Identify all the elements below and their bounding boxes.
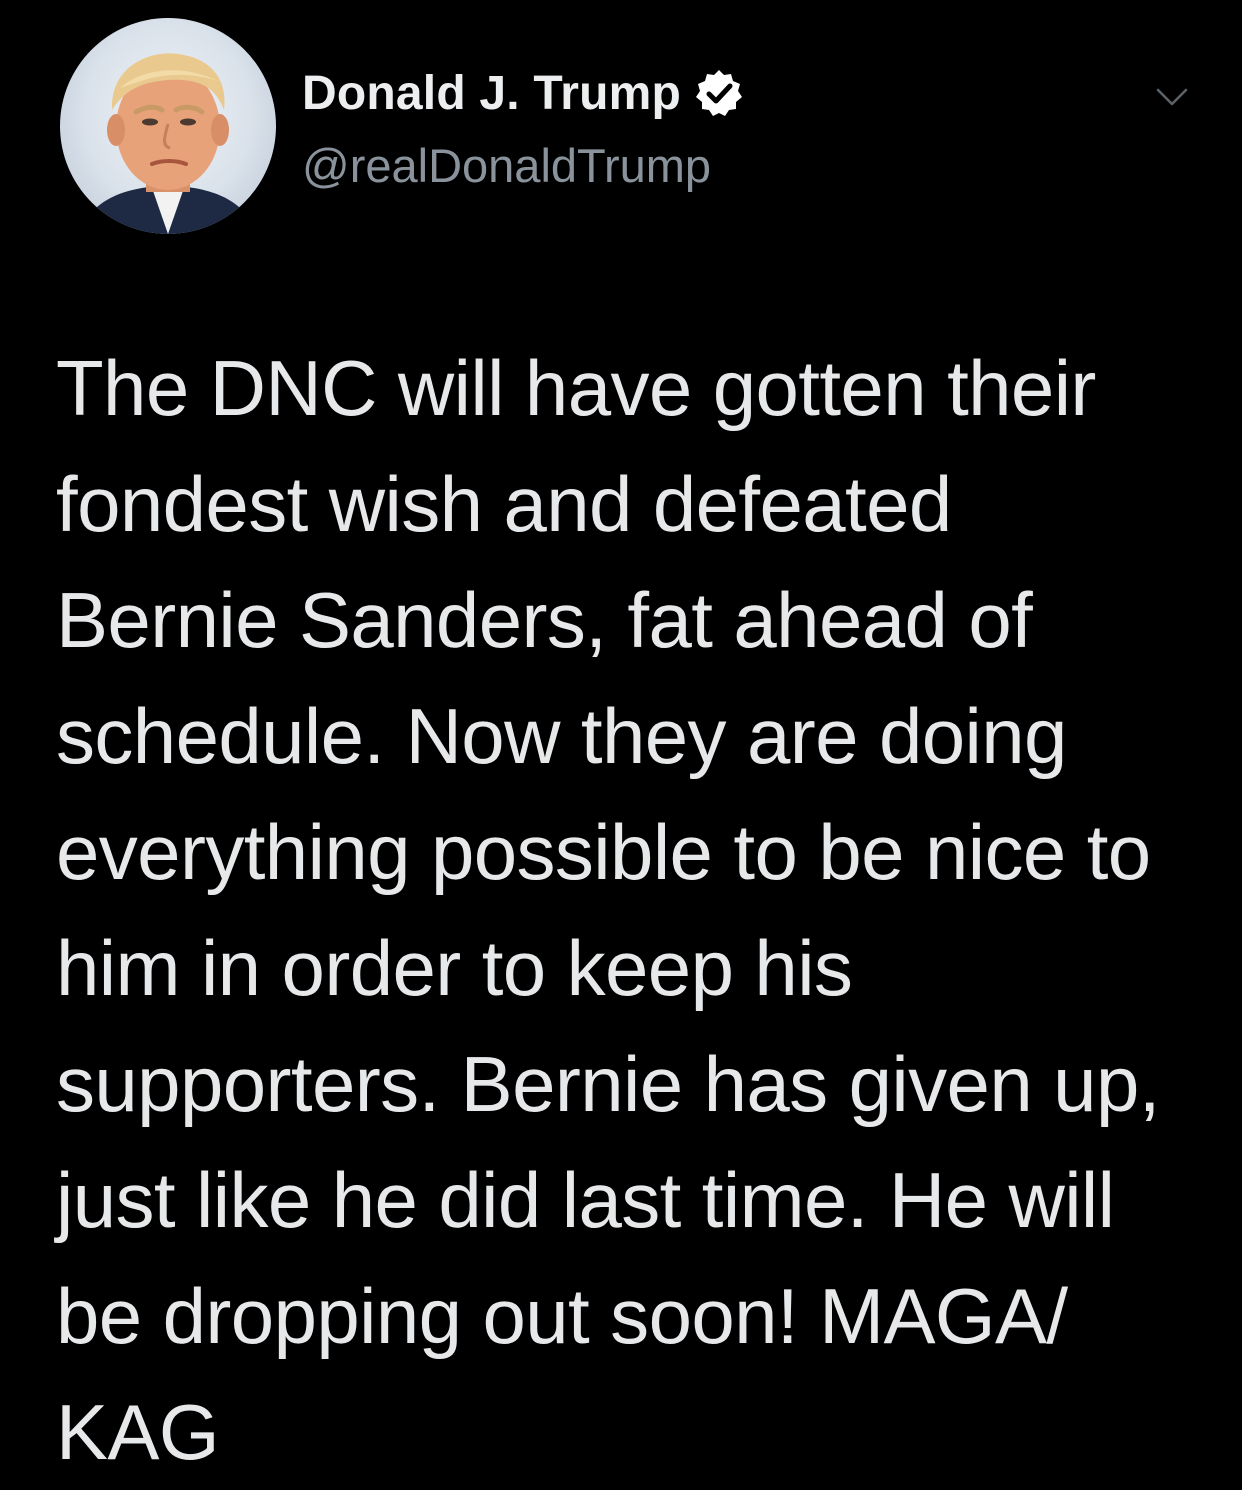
verified-badge-icon <box>693 67 745 119</box>
tweet-text-line: be dropping out soon! MAGA/ <box>56 1272 1068 1360</box>
author-names: Donald J. Trump @realDonaldTrump <box>302 62 745 193</box>
tweet-text-line: everything possible to be nice to <box>56 808 1151 896</box>
avatar[interactable] <box>60 18 276 234</box>
tweet: Donald J. Trump @realDonaldTrump The DNC… <box>0 0 1242 1476</box>
tweet-text-line: KAG <box>56 1388 220 1476</box>
tweet-text-line: schedule. Now they are doing <box>56 692 1067 780</box>
tweet-header: Donald J. Trump @realDonaldTrump <box>60 18 1200 238</box>
tweet-text-line: The DNC will have gotten their <box>56 344 1096 432</box>
tweet-text-line: supporters. Bernie has given up, <box>56 1040 1160 1128</box>
display-name-row: Donald J. Trump <box>302 62 745 124</box>
tweet-text-line: just like he did last time. He will <box>56 1156 1115 1244</box>
display-name[interactable]: Donald J. Trump <box>302 66 681 121</box>
chevron-down-icon[interactable] <box>1152 78 1192 118</box>
tweet-text-line: him in order to keep his <box>56 924 853 1012</box>
tweet-text: The DNC will have gotten their fondest w… <box>56 330 1216 1490</box>
tweet-text-line: Bernie Sanders, fat ahead of <box>56 576 1033 664</box>
author-handle[interactable]: @realDonaldTrump <box>302 138 745 193</box>
tweet-text-line: fondest wish and defeated <box>56 460 952 548</box>
